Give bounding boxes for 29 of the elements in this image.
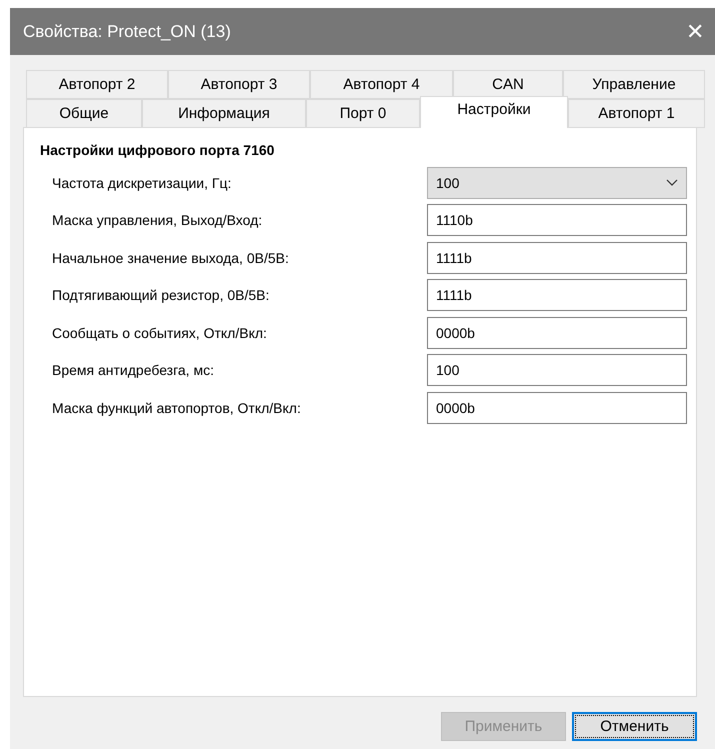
tab[interactable]: Автопорт 4	[310, 70, 453, 99]
close-button[interactable]: ✕	[675, 18, 715, 44]
input-field[interactable]: 1110b	[427, 204, 687, 236]
tab[interactable]: Управление	[563, 70, 705, 99]
field-label: Маска функций автопортов, Откл/Вкл:	[52, 400, 301, 416]
tab[interactable]: Общие	[26, 99, 142, 128]
tab[interactable]: Автопорт 3	[168, 70, 310, 99]
section-title: Настройки цифрового порта 7160	[40, 142, 276, 158]
input-field[interactable]: 1111b	[427, 242, 687, 274]
field-label: Подтягивающий резистор, 0В/5В:	[52, 287, 270, 304]
tab[interactable]: Настройки	[420, 96, 568, 128]
input-field[interactable]: 100	[427, 354, 687, 386]
field-label: Маска управления, Выход/Вход:	[52, 212, 262, 228]
cancel-button[interactable]: Отменить	[572, 712, 697, 741]
tab[interactable]: Информация	[142, 99, 306, 128]
dropdown[interactable]: 100	[427, 166, 687, 199]
field-label: Сообщать о событиях, Откл/Вкл:	[52, 324, 267, 341]
field-label: Частота дискретизации, Гц:	[52, 174, 232, 191]
input-field[interactable]: 1111b	[427, 279, 687, 312]
input-field[interactable]: 0000b	[427, 392, 687, 424]
tab[interactable]: CAN	[453, 70, 563, 99]
field-label: Начальное значение выхода, 0В/5В:	[52, 250, 289, 266]
window-title: Свойства: Protect_ON (13)	[23, 22, 231, 42]
tab[interactable]: Автопорт 1	[568, 99, 705, 128]
input-field[interactable]: 0000b	[427, 316, 687, 349]
chevron-down-icon	[666, 178, 678, 187]
tab[interactable]: Автопорт 2	[26, 70, 168, 99]
field-label: Время антидребезга, мс:	[52, 362, 214, 378]
tab[interactable]: Порт 0	[306, 99, 420, 128]
